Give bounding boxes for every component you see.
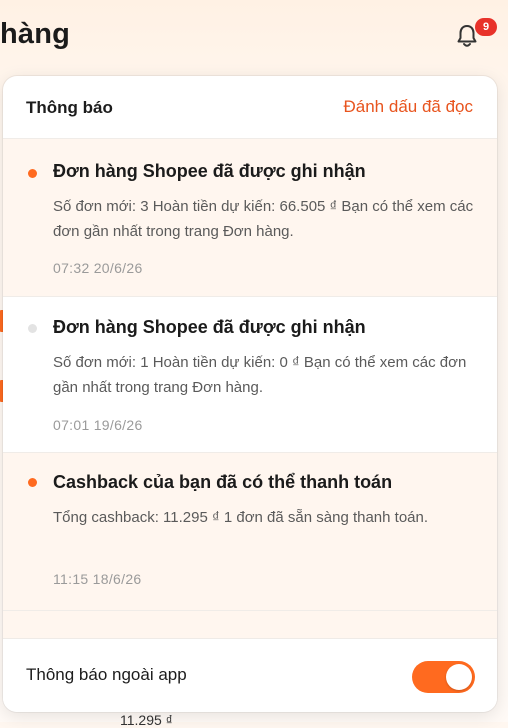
notification-body: Số đơn mới: 3 Hoàn tiền dự kiến: 66.505 … xyxy=(53,198,474,240)
external-notification-label: Thông báo ngoài app xyxy=(26,665,187,684)
background-amount-text: 11.295 ₫ xyxy=(120,712,173,728)
notification-list: Đơn hàng Shopee đã được ghi nhận Số đơn … xyxy=(3,139,497,651)
read-dot xyxy=(28,324,37,333)
notification-item[interactable]: Đơn hàng Shopee đã được ghi nhận Số đơn … xyxy=(3,297,497,453)
notification-bell-button[interactable]: 9 xyxy=(452,18,497,58)
notification-time: 07:01 19/6/26 xyxy=(53,417,143,433)
page-title: hàng xyxy=(0,18,71,50)
unread-dot xyxy=(28,169,37,178)
panel-header: Thông báo Đánh dấu đã đọc xyxy=(3,76,497,139)
mark-all-read-link[interactable]: Đánh dấu đã đọc xyxy=(344,97,474,117)
notification-item[interactable]: Cashback của bạn đã có thể thanh toán Tổ… xyxy=(3,453,497,611)
notification-panel: Thông báo Đánh dấu đã đọc Đơn hàng Shope… xyxy=(3,76,497,712)
notification-item[interactable]: Đơn hàng Shopee đã được ghi nhận Số đơn … xyxy=(3,139,497,297)
external-notification-toggle[interactable] xyxy=(412,661,475,693)
notification-time: 07:32 20/6/26 xyxy=(53,260,143,276)
toggle-knob xyxy=(446,664,472,690)
notification-body: Số đơn mới: 1 Hoàn tiền dự kiến: 0 ₫ Bạn… xyxy=(53,354,467,396)
unread-dot xyxy=(28,478,37,487)
notification-body: Tổng cashback: 11.295 ₫ 1 đơn đã sẵn sàn… xyxy=(53,509,429,526)
notification-title: Đơn hàng Shopee đã được ghi nhận xyxy=(53,317,366,337)
notification-time: 11:15 18/6/26 xyxy=(53,571,142,587)
panel-title: Thông báo xyxy=(26,98,113,117)
notification-count-badge: 9 xyxy=(475,18,497,36)
panel-footer: Thông báo ngoài app xyxy=(3,638,497,712)
notification-title: Cashback của bạn đã có thể thanh toán xyxy=(53,472,393,492)
notification-title: Đơn hàng Shopee đã được ghi nhận xyxy=(53,161,366,181)
